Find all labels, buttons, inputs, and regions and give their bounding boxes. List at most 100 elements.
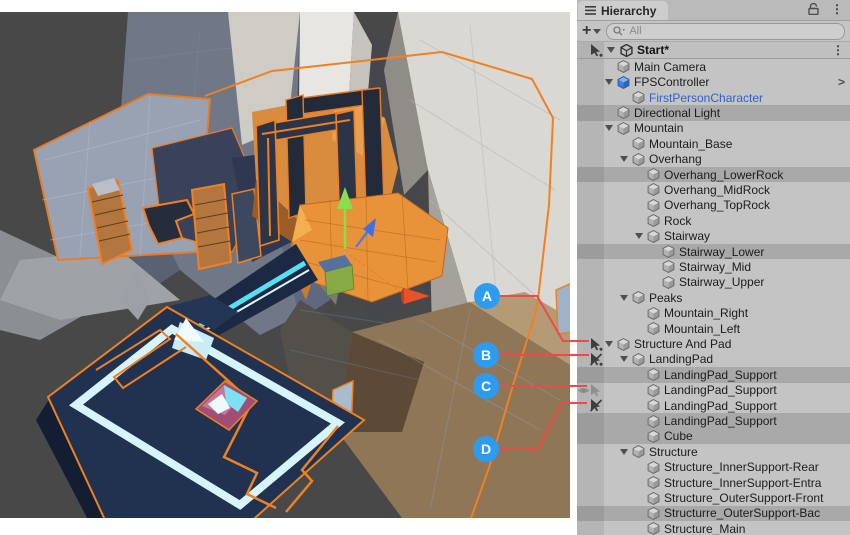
- gameobject-cube-icon: [647, 214, 660, 227]
- hierarchy-row[interactable]: Structurre_OuterSupport-Bac: [577, 506, 850, 521]
- hierarchy-row[interactable]: Overhang_TopRock: [577, 198, 850, 213]
- hierarchy-row[interactable]: Mountain: [577, 121, 850, 136]
- hierarchy-row[interactable]: Main Camera: [577, 59, 850, 74]
- gameobject-cube-icon: [632, 353, 645, 366]
- hierarchy-row[interactable]: Cube: [577, 429, 850, 444]
- hierarchy-row[interactable]: LandingPad_Support: [577, 367, 850, 382]
- hierarchy-row-label: FirstPersonCharacter: [649, 91, 763, 105]
- gameobject-cube-icon: [647, 522, 660, 535]
- scene-view[interactable]: [0, 0, 575, 535]
- pickability-icon[interactable]: [590, 44, 603, 57]
- visibility-icon[interactable]: [577, 384, 590, 397]
- hierarchy-row-label: FPSController: [634, 75, 709, 89]
- prefab-open-chevron[interactable]: >: [838, 75, 850, 89]
- pickability-icon[interactable]: [590, 353, 603, 366]
- pickability-icon[interactable]: [590, 384, 603, 397]
- gameobject-cube-icon: [647, 430, 660, 443]
- gameobject-cube-icon: [647, 461, 660, 474]
- scene-header-row[interactable]: Start* ⋮: [577, 42, 850, 59]
- hierarchy-row-label: Overhang_MidRock: [664, 183, 770, 197]
- hierarchy-tree: Main CameraFPSController > FirstPersonChar…: [577, 59, 850, 535]
- gameobject-cube-icon: [647, 399, 660, 412]
- hierarchy-row-label: Mountain_Right: [664, 306, 748, 320]
- search-input[interactable]: All: [606, 23, 845, 40]
- gameobject-cube-icon: [632, 291, 645, 304]
- hierarchy-row[interactable]: Structure_OuterSupport-Front: [577, 490, 850, 505]
- create-button[interactable]: +: [582, 23, 601, 39]
- hierarchy-row-label: Mountain_Base: [649, 137, 732, 151]
- hierarchy-row-label: Overhang_TopRock: [664, 198, 770, 212]
- gameobject-cube-icon: [647, 183, 660, 196]
- expand-arrow[interactable]: [620, 356, 628, 362]
- hierarchy-row[interactable]: Mountain_Left: [577, 321, 850, 336]
- hierarchy-row[interactable]: Overhang_LowerRock: [577, 167, 850, 182]
- hierarchy-row[interactable]: LandingPad_Support: [577, 383, 850, 398]
- hierarchy-row-label: Structure_Main: [664, 522, 745, 535]
- hierarchy-row[interactable]: Structure_InnerSupport-Rear: [577, 460, 850, 475]
- hierarchy-row[interactable]: Overhang: [577, 151, 850, 166]
- expand-arrow[interactable]: [605, 341, 613, 347]
- gameobject-cube-icon: [647, 368, 660, 381]
- hierarchy-row-label: Mountain: [634, 121, 683, 135]
- gameobject-cube-icon: [617, 106, 630, 119]
- expand-arrow[interactable]: [607, 47, 615, 53]
- hamburger-icon: [585, 6, 596, 15]
- gameobject-cube-icon: [647, 230, 660, 243]
- scene-menu-icon[interactable]: ⋮: [832, 44, 844, 56]
- search-icon: [613, 26, 625, 36]
- hierarchy-row[interactable]: Stairway_Mid: [577, 259, 850, 274]
- hierarchy-row[interactable]: Peaks: [577, 290, 850, 305]
- hierarchy-row-label: Stairway_Lower: [679, 245, 764, 259]
- hierarchy-row[interactable]: Structure_Main: [577, 521, 850, 535]
- expand-arrow[interactable]: [620, 156, 628, 162]
- hierarchy-row-label: Mountain_Left: [664, 322, 740, 336]
- hierarchy-row-label: Directional Light: [634, 106, 720, 120]
- hierarchy-row[interactable]: Structure_InnerSupport-Entra: [577, 475, 850, 490]
- hierarchy-row-label: Stairway: [664, 229, 710, 243]
- hierarchy-row[interactable]: FPSController >: [577, 74, 850, 89]
- gameobject-cube-icon: [662, 245, 675, 258]
- hierarchy-row-label: Structure And Pad: [634, 337, 731, 351]
- hierarchy-row[interactable]: Directional Light: [577, 105, 850, 120]
- gameobject-cube-icon: [647, 199, 660, 212]
- hierarchy-row[interactable]: LandingPad_Support: [577, 413, 850, 428]
- gameobject-cube-icon: [632, 137, 645, 150]
- gameobject-cube-icon: [647, 168, 660, 181]
- gameobject-cube-icon: [632, 91, 645, 104]
- tab-label: Hierarchy: [601, 4, 656, 18]
- gameobject-cube-icon: [617, 60, 630, 73]
- hierarchy-row[interactable]: Overhang_MidRock: [577, 182, 850, 197]
- gameobject-cube-icon: [632, 445, 645, 458]
- hierarchy-row-label: LandingPad_Support: [664, 383, 777, 397]
- hierarchy-row[interactable]: Rock: [577, 213, 850, 228]
- expand-arrow[interactable]: [620, 449, 628, 455]
- gameobject-cube-icon: [647, 415, 660, 428]
- expand-arrow[interactable]: [605, 125, 613, 131]
- hierarchy-row-label: Peaks: [649, 291, 682, 305]
- hierarchy-toolbar: + All: [577, 21, 850, 42]
- pickability-icon[interactable]: [590, 399, 603, 412]
- expand-arrow[interactable]: [620, 295, 628, 301]
- gameobject-cube-icon: [617, 338, 630, 351]
- hierarchy-row-label: Stairway_Upper: [679, 275, 764, 289]
- pickability-icon[interactable]: [590, 338, 603, 351]
- hierarchy-row[interactable]: Stairway_Lower: [577, 244, 850, 259]
- panel-menu-icon[interactable]: ⋮: [831, 3, 843, 15]
- gameobject-cube-icon: [647, 492, 660, 505]
- hierarchy-row[interactable]: Stairway: [577, 228, 850, 243]
- tab-hierarchy[interactable]: Hierarchy: [578, 1, 668, 20]
- gameobject-cube-icon: [632, 153, 645, 166]
- hierarchy-row[interactable]: LandingPad_Support: [577, 398, 850, 413]
- hierarchy-row[interactable]: Stairway_Upper: [577, 275, 850, 290]
- hierarchy-row[interactable]: Mountain_Right: [577, 306, 850, 321]
- hierarchy-row-label: Rock: [664, 214, 691, 228]
- hierarchy-row[interactable]: FirstPersonCharacter: [577, 90, 850, 105]
- hierarchy-row-label: LandingPad: [649, 352, 713, 366]
- lock-icon[interactable]: [808, 3, 819, 15]
- hierarchy-row[interactable]: Mountain_Base: [577, 136, 850, 151]
- hierarchy-row[interactable]: Structure And Pad: [577, 336, 850, 351]
- expand-arrow[interactable]: [605, 79, 613, 85]
- hierarchy-row[interactable]: LandingPad: [577, 352, 850, 367]
- expand-arrow[interactable]: [635, 233, 643, 239]
- hierarchy-row[interactable]: Structure: [577, 444, 850, 459]
